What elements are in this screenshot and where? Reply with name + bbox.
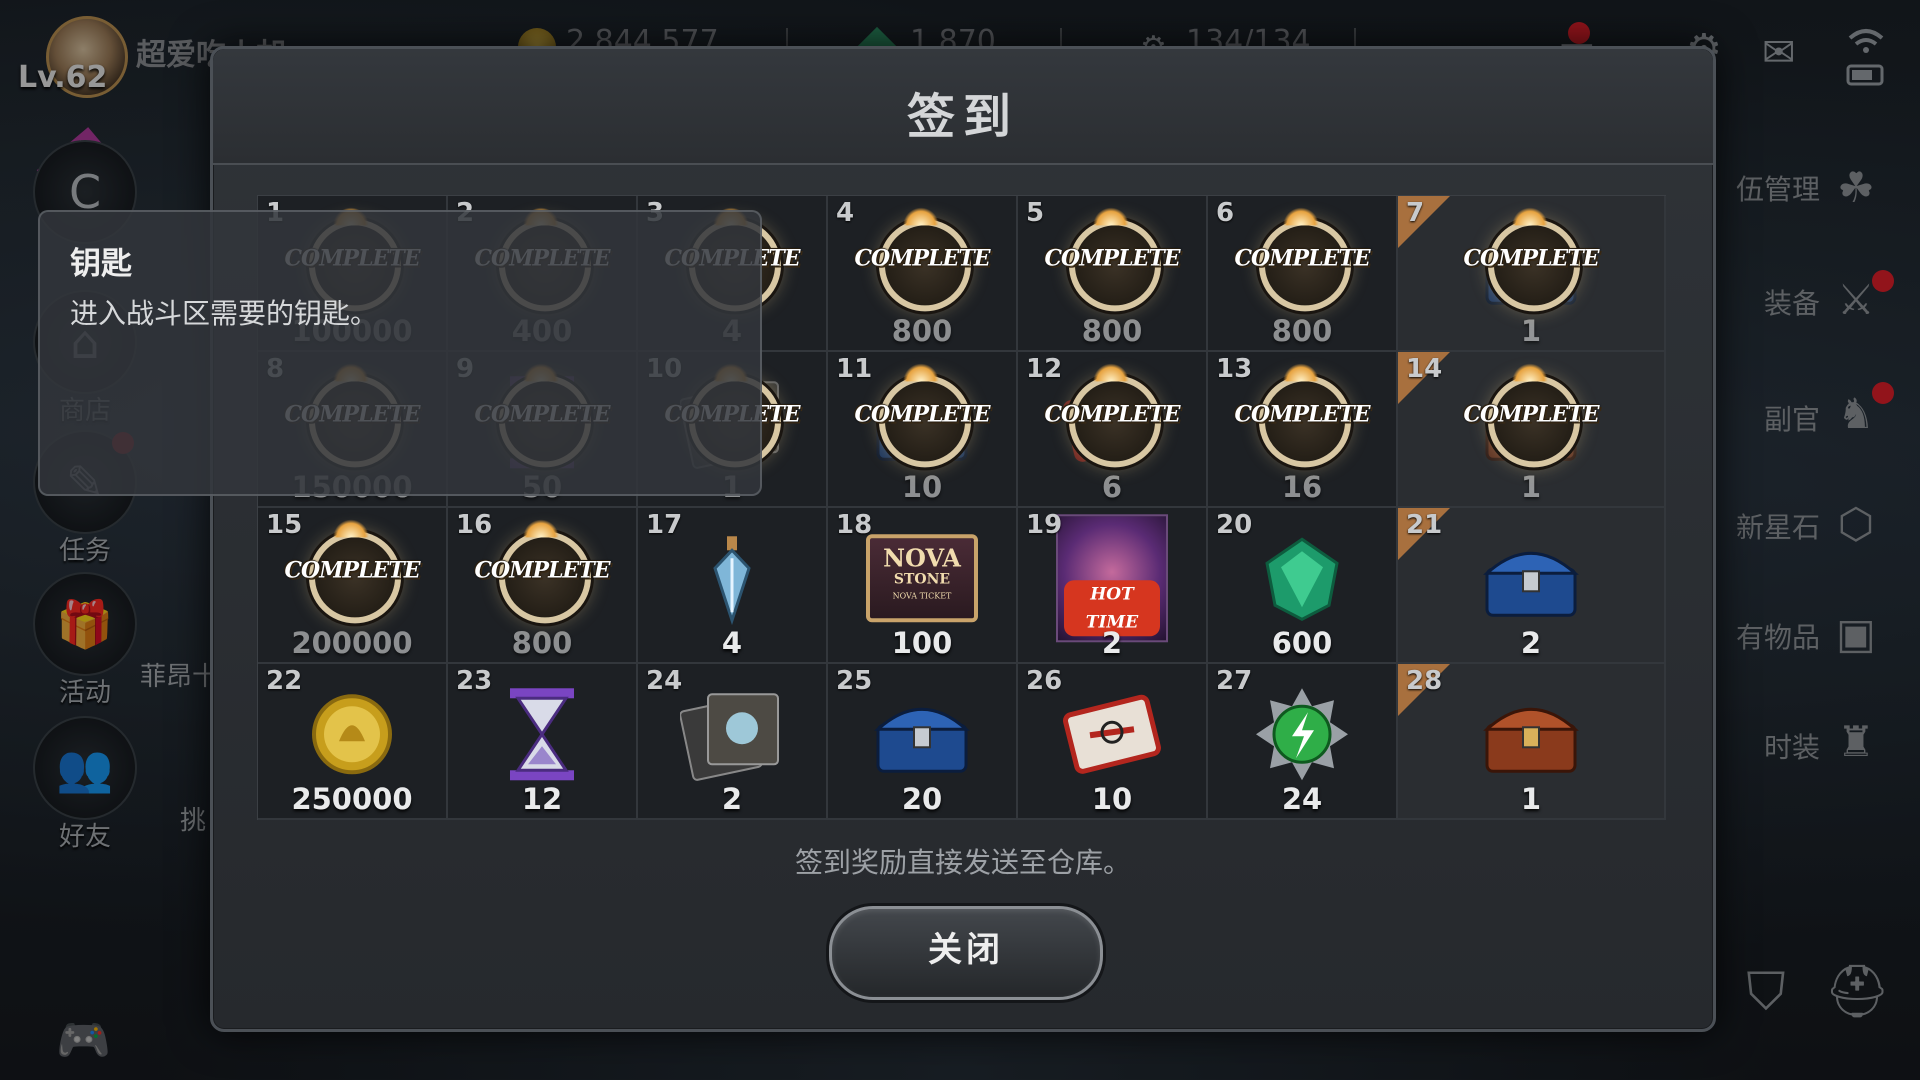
reward-day-24[interactable]: 24 2 (638, 664, 828, 820)
reward-quantity: 1 (1520, 314, 1542, 348)
dialog-title: 签到 (906, 89, 1019, 145)
reward-quantity: 100 (891, 626, 953, 660)
reward-quantity: 10 (901, 470, 943, 504)
reward-quantity: 16 (1281, 470, 1323, 504)
reward-day-26[interactable]: 26 10 (1018, 664, 1208, 820)
hot-time-icon: HOT TIME (1056, 514, 1168, 643)
day-number: 7 (1406, 198, 1425, 228)
reward-day-27[interactable]: 27 24 (1208, 664, 1398, 820)
key-icon (676, 522, 788, 634)
reward-day-19[interactable]: 19 HOT TIME 2 (1018, 508, 1208, 664)
reward-quantity: 800 (1081, 314, 1143, 348)
gold-coin-icon (296, 522, 408, 634)
day-number: 24 (646, 666, 683, 696)
reward-day-16[interactable]: 16 800 COMPLETE (448, 508, 638, 664)
green-gem-icon (866, 210, 978, 322)
day-number: 6 (1216, 198, 1235, 228)
reward-quantity: 800 (1271, 314, 1333, 348)
reward-day-25[interactable]: 25 20 (828, 664, 1018, 820)
reward-quantity: 12 (521, 782, 563, 816)
energy-orb-icon (1246, 678, 1358, 790)
reward-day-11[interactable]: 11 10 COMPLETE (828, 352, 1018, 508)
day-number: 13 (1216, 354, 1253, 384)
hourglass-icon (486, 678, 598, 790)
green-gem-icon (486, 522, 598, 634)
reward-quantity: 600 (1271, 626, 1333, 660)
reward-quantity: 1 (1520, 782, 1542, 816)
reward-day-21[interactable]: 21 2 (1398, 508, 1666, 664)
nova-ticket-line3: NOVA TICKET (892, 591, 952, 601)
nova-ticket-line1: NOVA (883, 543, 961, 573)
reward-day-20[interactable]: 20 600 (1208, 508, 1398, 664)
dialog-note: 签到奖励直接发送至仓库。 (794, 846, 1131, 879)
day-number: 20 (1216, 510, 1253, 540)
reward-day-23[interactable]: 23 12 (448, 664, 638, 820)
reward-day-15[interactable]: 15 200000 COMPLETE (258, 508, 448, 664)
reward-quantity: 2 (1101, 626, 1123, 660)
day-number: 14 (1406, 354, 1443, 384)
energy-orb-icon (1246, 366, 1358, 478)
tooltip-title: 钥匙 (70, 246, 132, 282)
red-chest-icon (1475, 678, 1587, 790)
reward-day-18[interactable]: 18 NOVA STONE NOVA TICKET 100 (828, 508, 1018, 664)
green-gem-icon (1246, 522, 1358, 634)
card-pack-icon (676, 678, 788, 790)
day-number: 18 (836, 510, 873, 540)
day-number: 15 (266, 510, 303, 540)
reward-quantity: 2 (721, 782, 743, 816)
ticket-icon (1056, 366, 1168, 478)
close-button[interactable]: 关闭 (829, 906, 1103, 1000)
day-number: 28 (1406, 666, 1443, 696)
reward-day-17[interactable]: 17 4 (638, 508, 828, 664)
reward-day-6[interactable]: 6 800 COMPLETE (1208, 196, 1398, 352)
day-number: 21 (1406, 510, 1443, 540)
day-number: 23 (456, 666, 493, 696)
reward-quantity: 4 (721, 626, 743, 660)
reward-day-7[interactable]: 7 1 COMPLETE (1398, 196, 1666, 352)
reward-quantity: 2 (1520, 626, 1542, 660)
reward-day-13[interactable]: 13 16 COMPLETE (1208, 352, 1398, 508)
check-in-dialog: 签到 1100000COMPLETE2400COMPLETE34COMPLETE… (210, 46, 1716, 1032)
reward-day-22[interactable]: 22 250000 (258, 664, 448, 820)
reward-quantity: 1 (1520, 470, 1542, 504)
reward-day-5[interactable]: 5 800 COMPLETE (1018, 196, 1208, 352)
reward-quantity: 10 (1091, 782, 1133, 816)
item-tooltip: 钥匙 进入战斗区需要的钥匙。 (38, 210, 762, 496)
day-number: 12 (1026, 354, 1063, 384)
day-number: 17 (646, 510, 683, 540)
day-number: 26 (1026, 666, 1063, 696)
blue-chest-icon (866, 366, 978, 478)
red-chest-icon (1475, 366, 1587, 478)
day-number: 19 (1026, 510, 1063, 540)
nova-ticket-icon: NOVA STONE NOVA TICKET (866, 522, 978, 634)
blue-chest-icon (1475, 522, 1587, 634)
ticket-icon (1056, 678, 1168, 790)
reward-quantity: 20 (901, 782, 943, 816)
day-number: 5 (1026, 198, 1045, 228)
day-number: 11 (836, 354, 873, 384)
blue-chest-icon (866, 678, 978, 790)
day-number: 22 (266, 666, 303, 696)
reward-day-14[interactable]: 14 1 COMPLETE (1398, 352, 1666, 508)
nova-ticket-line2: STONE (893, 571, 951, 588)
gold-coin-icon (296, 678, 408, 790)
reward-quantity: 800 (891, 314, 953, 348)
reward-day-28[interactable]: 28 1 (1398, 664, 1666, 820)
day-number: 27 (1216, 666, 1253, 696)
reward-day-4[interactable]: 4 800 COMPLETE (828, 196, 1018, 352)
day-number: 16 (456, 510, 493, 540)
reward-day-12[interactable]: 12 6 COMPLETE (1018, 352, 1208, 508)
reward-quantity: 24 (1281, 782, 1323, 816)
day-number: 4 (836, 198, 855, 228)
tooltip-description: 进入战斗区需要的钥匙。 (70, 297, 379, 330)
green-gem-icon (1246, 210, 1358, 322)
reward-quantity: 250000 (291, 782, 413, 816)
blue-chest-icon (1475, 210, 1587, 322)
reward-quantity: 200000 (291, 626, 413, 660)
reward-quantity: 6 (1101, 470, 1123, 504)
day-number: 25 (836, 666, 873, 696)
reward-quantity: 800 (511, 626, 573, 660)
green-gem-icon (1056, 210, 1168, 322)
